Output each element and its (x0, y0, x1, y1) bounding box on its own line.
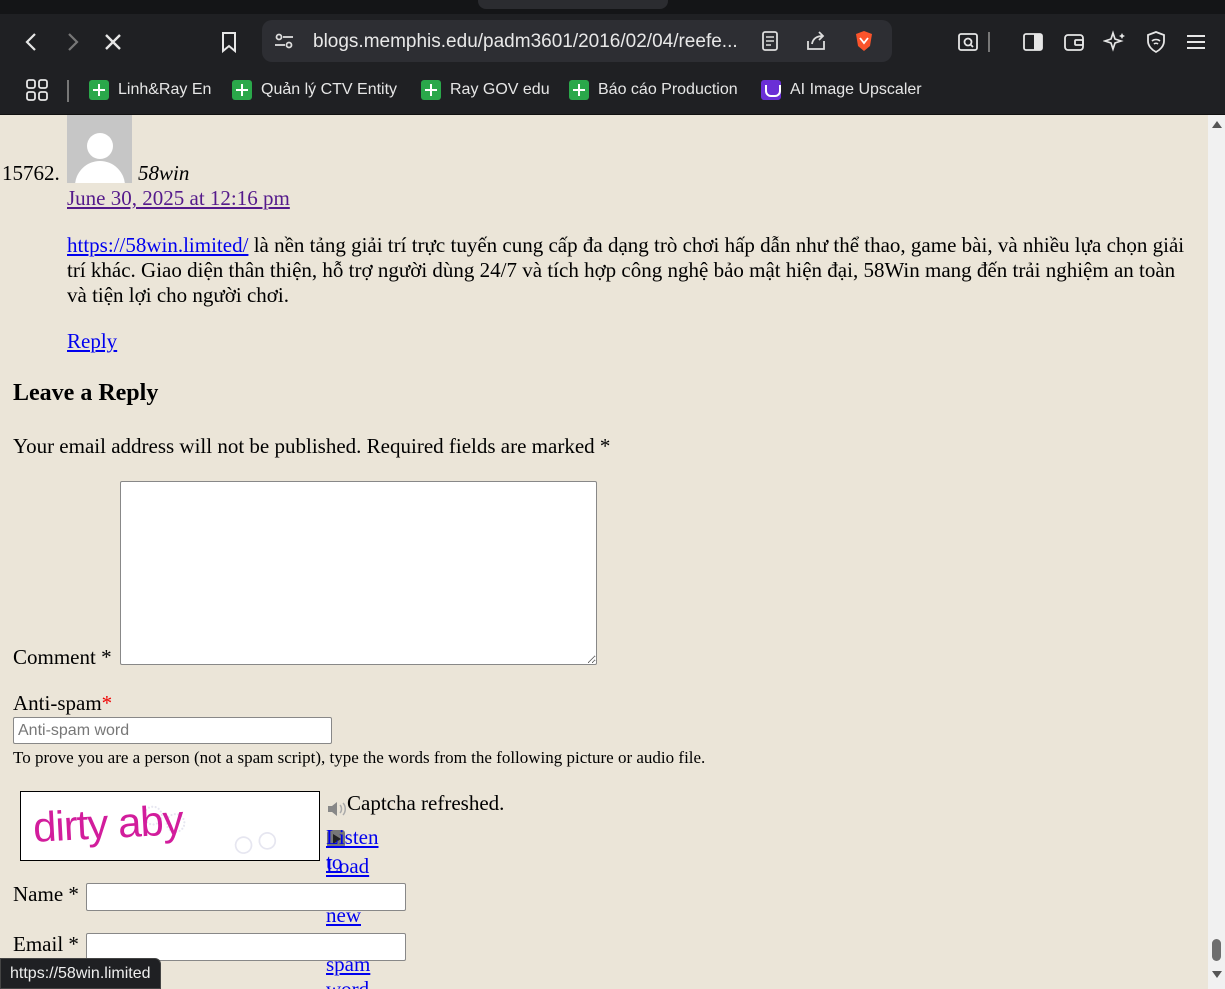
apps-grid-icon[interactable] (23, 76, 51, 104)
menu-icon[interactable] (1182, 28, 1210, 56)
back-icon[interactable] (18, 28, 46, 56)
comment-textarea[interactable] (120, 481, 597, 665)
captcha-noise: ○○ (227, 815, 283, 861)
site-settings-icon[interactable] (270, 27, 298, 55)
comment-number: 15762. (2, 161, 60, 185)
scroll-thumb[interactable] (1212, 939, 1221, 961)
bookmark-item[interactable]: AI Image Upscaler (761, 79, 922, 101)
antispam-input[interactable] (13, 717, 332, 744)
captcha-image: ◌◌ ○○ dirty aby (20, 791, 320, 861)
sidebar-icon[interactable] (1019, 28, 1047, 56)
address-bar[interactable]: blogs.memphis.edu/padm3601/2016/02/04/re… (262, 20, 892, 62)
bookmark-icon[interactable] (215, 28, 243, 56)
reply-link[interactable]: Reply (67, 329, 117, 354)
email-notice: Your email address will not be published… (13, 434, 611, 458)
scroll-down-icon[interactable] (1212, 971, 1222, 978)
screenshot-icon[interactable] (954, 28, 982, 56)
spreadsheet-icon (232, 80, 252, 100)
window-top-strip (0, 0, 1225, 14)
spreadsheet-icon (89, 80, 109, 100)
email-input[interactable] (86, 933, 406, 961)
comment-date-link[interactable]: June 30, 2025 at 12:16 pm (67, 186, 290, 211)
reader-mode-icon[interactable] (756, 27, 784, 55)
captcha-status: Captcha refreshed. (347, 791, 505, 815)
stop-icon[interactable] (99, 28, 127, 56)
comment-author: 58win (138, 161, 190, 185)
bookmarks-divider (67, 80, 69, 102)
browser-toolbar: blogs.memphis.edu/padm3601/2016/02/04/re… (0, 14, 1225, 70)
spreadsheet-icon (421, 80, 441, 100)
page-scrollbar[interactable] (1208, 115, 1225, 989)
avatar (67, 115, 132, 183)
wallet-icon[interactable] (1060, 28, 1088, 56)
brave-shields-icon[interactable] (850, 27, 878, 55)
comment-label: Comment * (13, 645, 112, 669)
speaker-icon (326, 799, 348, 825)
bookmark-item[interactable]: Báo cáo Production (569, 79, 738, 101)
reply-heading: Leave a Reply (13, 380, 159, 406)
antispam-help: To prove you are a person (not a spam sc… (13, 748, 706, 767)
share-icon[interactable] (802, 27, 830, 55)
vpn-icon[interactable] (1142, 28, 1170, 56)
antispam-label: Anti-spam* (13, 691, 113, 715)
leo-ai-icon[interactable] (1101, 28, 1129, 56)
url-text[interactable]: blogs.memphis.edu/padm3601/2016/02/04/re… (313, 31, 738, 53)
upscaler-icon (761, 80, 781, 100)
name-label: Name * (13, 882, 79, 906)
spreadsheet-icon (569, 80, 589, 100)
bookmark-item[interactable]: Ray GOV edu (421, 79, 550, 101)
name-input[interactable] (86, 883, 406, 911)
toolbar-divider (986, 28, 992, 56)
load-new-word-link[interactable]: LoadthenewAnti-spamword (326, 854, 370, 989)
comment-link[interactable]: https://58win.limited/ (67, 233, 248, 257)
bookmarks-bar: Linh&Ray En Quản lý CTV Entity Ray GOV e… (0, 70, 1225, 115)
captcha-word: dirty aby (31, 796, 184, 851)
bookmark-item[interactable]: Quản lý CTV Entity (232, 79, 397, 101)
email-label: Email * (13, 932, 79, 956)
status-url-bar: https://58win.limited (0, 958, 161, 989)
comment-body: https://58win.limited/ là nền tảng giải … (67, 233, 1187, 308)
forward-icon[interactable] (58, 28, 86, 56)
active-tab-edge[interactable] (478, 0, 668, 9)
page-content: 15762. 58win June 30, 2025 at 12:16 pm h… (0, 115, 1208, 989)
scroll-up-icon[interactable] (1212, 121, 1222, 128)
required-mark: * (101, 691, 113, 715)
bookmark-item[interactable]: Linh&Ray En (89, 79, 211, 101)
